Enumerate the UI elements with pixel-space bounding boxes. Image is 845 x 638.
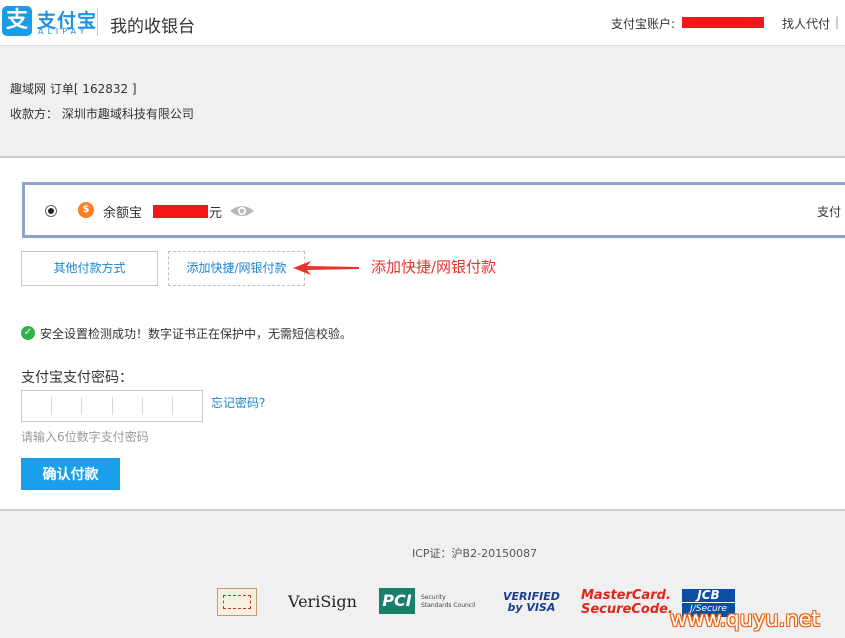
logo-divider — [97, 8, 98, 36]
password-digit-cell[interactable] — [143, 397, 173, 415]
mc-line: MasterCard. — [581, 588, 671, 603]
payee-info: 收款方： 深圳市趣域科技有限公司 — [10, 107, 194, 121]
password-digit-cell[interactable] — [82, 397, 113, 415]
pay-label: 支付 — [817, 205, 842, 219]
icp-license: ICP证：沪B2-20150087 — [412, 547, 538, 560]
add-card-button[interactable]: 添加快捷/网银付款 — [168, 251, 305, 286]
password-input[interactable] — [21, 390, 203, 422]
eye-icon[interactable] — [229, 204, 255, 218]
password-hint: 请输入6位数字支付密码 — [21, 430, 149, 444]
password-digit-cell[interactable] — [173, 397, 202, 415]
pci-mark: PCI — [379, 588, 415, 614]
password-label: 支付宝支付密码： — [21, 370, 133, 386]
visa-line: by VISA — [507, 601, 556, 614]
money-bag-icon: $ — [78, 202, 94, 218]
balance-amount-redaction — [153, 205, 208, 218]
order-info: 趣域网 订单[ 162832 ] — [10, 82, 137, 96]
logo-subtext: ALIPAY — [38, 27, 89, 36]
verified-by-visa-badge[interactable]: VERIFIED by VISA — [503, 591, 560, 621]
balance-label: 余额宝 — [103, 206, 143, 221]
header-separator: | — [835, 15, 840, 29]
balance-radio[interactable] — [45, 205, 57, 217]
password-digit-cell[interactable] — [52, 397, 83, 415]
account-redaction — [682, 17, 764, 28]
payment-panel: $ 余额宝 元 支付 其他付款方式 添加快捷/网银付款 添加快捷/网银付款 ✓ … — [0, 156, 845, 511]
confirm-payment-button[interactable]: 确认付款 — [21, 458, 120, 490]
pci-badge[interactable]: PCI Security Standards Council — [379, 588, 476, 616]
page-title: 我的收银台 — [110, 17, 195, 37]
balance-payment-option[interactable]: $ 余额宝 元 支付 — [22, 182, 845, 238]
trust-badge-certificate[interactable] — [217, 588, 257, 616]
pci-caption-line: Standards Council — [421, 602, 476, 609]
jcb-line: JCB — [697, 588, 720, 602]
mastercard-securecode-badge[interactable]: MasterCard. SecureCode. — [581, 589, 673, 619]
mc-line: SecureCode. — [581, 602, 673, 617]
arrow-icon — [293, 261, 359, 275]
account-label: 支付宝账户: — [611, 17, 676, 31]
pci-caption: Security Standards Council — [421, 594, 475, 610]
watermark: www.quyu.net — [670, 607, 820, 631]
forgot-password-link[interactable]: 忘记密码? — [211, 394, 265, 411]
security-message: 安全设置检测成功！数字证书正在保护中，无需短信校验。 — [40, 327, 353, 341]
verisign-badge[interactable]: VeriSign — [288, 592, 357, 622]
password-digit-cell[interactable] — [22, 397, 53, 415]
annotation-text: 添加快捷/网银付款 — [371, 258, 497, 276]
header: 支 支付宝 ALIPAY 我的收银台 支付宝账户: 找人代付 | — [0, 0, 845, 46]
alipay-logo-icon[interactable]: 支 — [2, 6, 32, 36]
password-digit-cell[interactable] — [113, 397, 143, 415]
find-payer-link[interactable]: 找人代付 — [782, 15, 830, 32]
check-circle-icon: ✓ — [21, 326, 35, 340]
balance-unit: 元 — [209, 206, 223, 221]
other-payment-methods-button[interactable]: 其他付款方式 — [21, 251, 158, 286]
certificate-seal — [223, 595, 251, 609]
pci-caption-line: Security — [421, 594, 446, 601]
